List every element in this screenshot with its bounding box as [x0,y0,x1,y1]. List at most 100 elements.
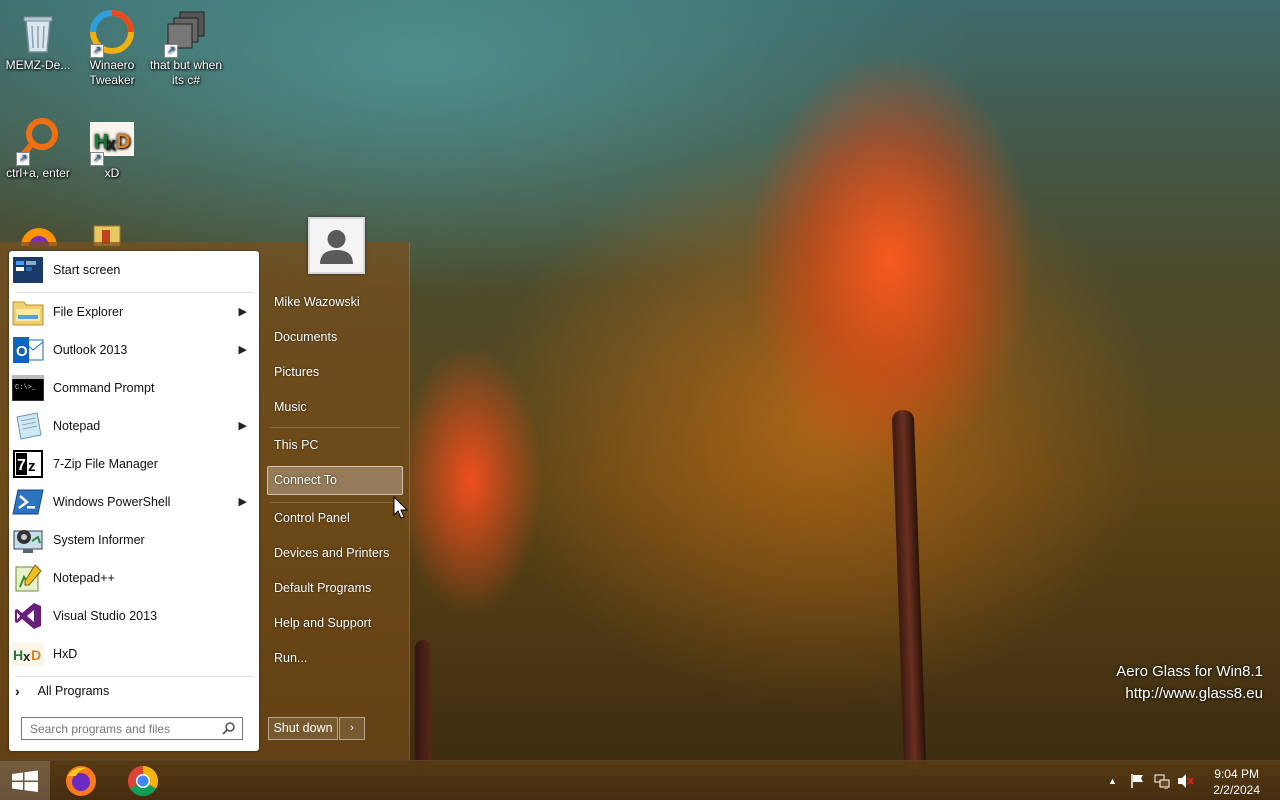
submenu-arrow-icon[interactable]: ▶ [239,419,247,432]
start-screen-icon [12,254,44,286]
hxd-icon: H x D ↗ [88,116,136,166]
desktop-icon-label: xD [104,166,120,180]
desktop-icon-label: that but when its c# [149,58,223,87]
outlook-icon: O [12,334,44,366]
program-label: File Explorer [53,305,124,319]
desktop-icon-label: MEMZ-De... [5,58,71,72]
program-start-screen[interactable]: Start screen [9,251,259,289]
wallpaper-tulip-stem [891,409,927,771]
link-control-panel[interactable]: Control Panel [274,511,350,525]
link-pictures[interactable]: Pictures [274,365,319,379]
program-notepad[interactable]: Notepad ▶ [9,407,259,445]
shut-down-options-button[interactable]: › [339,717,365,740]
link-default-programs[interactable]: Default Programs [274,581,371,595]
start-menu-programs-pane: Start screen File Explorer ▶ O Outlook 2… [9,251,259,751]
program-outlook-2013[interactable]: O Outlook 2013 ▶ [9,331,259,369]
desktop-icon-recycle-bin[interactable]: MEMZ-De... [0,8,76,73]
svg-text:x: x [23,649,31,664]
wallpaper-tulip-stem-small [415,640,431,770]
chevron-right-icon: › [15,683,20,699]
shortcut-arrow-icon: ↗ [90,152,104,166]
network-button[interactable] [1154,761,1170,800]
all-programs-button[interactable]: › All Programs [9,679,259,703]
clock-time: 9:04 PM [1214,767,1259,781]
svg-text:z: z [28,458,36,475]
link-user-name[interactable]: Mike Wazowski [274,295,360,309]
link-run[interactable]: Run... [274,651,307,665]
program-hxd[interactable]: HxD HxD [9,635,259,673]
separator [15,676,253,677]
program-command-prompt[interactable]: C:\>_ Command Prompt [9,369,259,407]
network-icon [1154,774,1170,789]
submenu-arrow-icon[interactable]: ▶ [239,305,247,318]
program-label: Start screen [53,263,121,277]
link-help-and-support[interactable]: Help and Support [274,616,371,630]
program-label: Notepad++ [53,571,115,585]
svg-text:D: D [31,647,41,663]
link-this-pc[interactable]: This PC [274,438,318,452]
program-label: Notepad [53,419,101,433]
firefox-icon [66,766,96,796]
search-icon [222,722,235,735]
volume-muted-icon [1178,774,1194,788]
visual-studio-icon [12,600,44,632]
hxd-icon: HxD [12,638,44,670]
separator [270,502,400,503]
shortcut-arrow-icon: ↗ [164,44,178,58]
chrome-icon [127,766,159,797]
winaero-icon: ↗ [88,8,136,58]
link-documents[interactable]: Documents [274,330,337,344]
chevron-up-icon: ▲ [1108,776,1117,786]
terminal-icon: C:\>_ [12,372,44,404]
flag-icon [1131,774,1143,788]
search-placeholder: Search programs and files [30,721,171,736]
action-center-button[interactable] [1130,761,1146,800]
link-connect-to[interactable]: Connect To [274,473,337,487]
desktop-icon-ctrl-a-enter[interactable]: ↗ ctrl+a, enter [0,116,76,181]
all-programs-label: All Programs [37,684,110,698]
link-music[interactable]: Music [274,400,307,414]
program-label: Visual Studio 2013 [53,609,158,623]
windows-logo-icon [12,770,38,792]
shortcut-arrow-icon: ↗ [16,152,30,166]
watermark-line-2: http://www.glass8.eu [1125,685,1263,702]
program-notepad-plus-plus[interactable]: Notepad++ [9,559,259,597]
link-devices-and-printers[interactable]: Devices and Printers [274,546,389,560]
search-ring-icon: ↗ [14,116,62,166]
powershell-icon [12,486,44,518]
program-label: Windows PowerShell [53,495,171,509]
taskbar-firefox[interactable] [53,763,109,799]
desktop-icon-label: ctrl+a, enter [6,166,70,180]
program-windows-powershell[interactable]: Windows PowerShell ▶ [9,483,259,521]
separator [270,427,400,428]
svg-text:H: H [13,647,23,663]
svg-text:x: x [106,134,116,154]
7zip-icon: 7z [12,448,44,480]
watermark-line-1: Aero Glass for Win8.1 [1116,663,1263,680]
submenu-arrow-icon[interactable]: ▶ [239,495,247,508]
desktop-icon-that-but-csharp[interactable]: ↗ that but when its c# [148,8,224,88]
volume-button[interactable] [1177,761,1195,800]
program-file-explorer[interactable]: File Explorer ▶ [9,293,259,331]
program-7zip[interactable]: 7z 7-Zip File Manager [9,445,259,483]
submenu-arrow-icon[interactable]: ▶ [239,343,247,356]
shut-down-button[interactable]: Shut down [268,717,338,740]
user-avatar[interactable] [308,217,365,274]
taskbar: ▲ 9:04 PM 2/2/2024 [0,760,1280,800]
program-system-informer[interactable]: System Informer [9,521,259,559]
desktop-icon-winaero-tweaker[interactable]: ↗ Winaero Tweaker [74,8,150,88]
taskbar-chrome[interactable] [115,763,171,799]
desktop-icon-xd[interactable]: H x D ↗ xD [74,116,150,181]
notepadpp-icon [12,562,44,594]
user-silhouette-icon [310,219,363,272]
aero-glass-watermark: Aero Glass for Win8.1 http://www.glass8.… [1116,661,1263,705]
program-label: Command Prompt [53,381,155,395]
clock-date: 2/2/2024 [1213,783,1260,797]
start-menu: Start screen File Explorer ▶ O Outlook 2… [0,242,410,760]
show-hidden-icons-button[interactable]: ▲ [1108,761,1117,800]
start-button[interactable] [0,761,50,800]
svg-text:C:\>_: C:\>_ [15,384,37,392]
taskbar-clock[interactable]: 9:04 PM 2/2/2024 [1213,766,1260,798]
program-visual-studio-2013[interactable]: Visual Studio 2013 [9,597,259,635]
search-input[interactable]: Search programs and files [21,717,243,740]
